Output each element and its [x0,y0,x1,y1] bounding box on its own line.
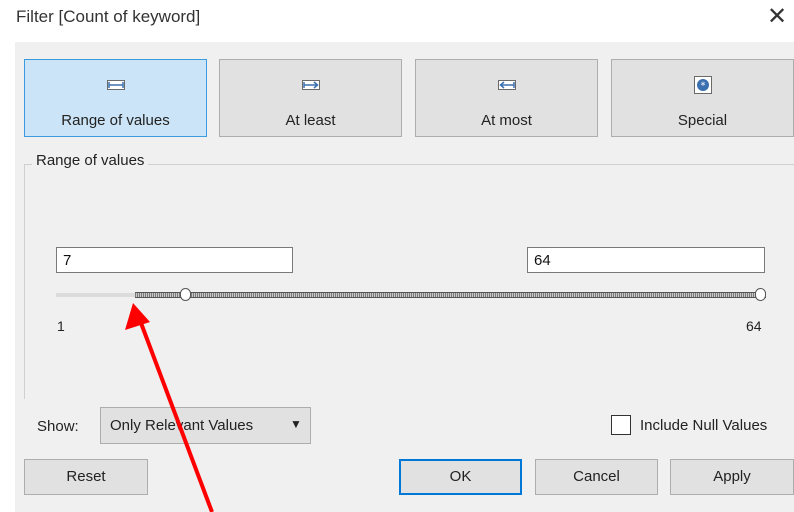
ok-button[interactable]: OK [399,459,522,495]
tab-range-of-values[interactable]: Range of values [24,59,207,137]
svg-text:*: * [700,81,705,92]
tab-special[interactable]: * Special [611,59,794,137]
show-dropdown[interactable]: Only Relevant Values ▼ [100,407,311,444]
show-label: Show: [37,418,79,435]
slider-min-handle[interactable] [179,288,191,301]
slider-selected-range[interactable] [134,292,766,298]
tab-label: At most [481,112,532,129]
tab-at-most[interactable]: At most [415,59,598,137]
slider-max-label: 64 [746,318,762,334]
tab-label: At least [285,112,336,129]
tab-label: Special [677,112,728,129]
range-icon [106,80,125,90]
tab-label: Range of values [61,112,170,129]
special-icon: * [693,76,712,94]
max-value-input[interactable] [527,247,765,273]
chevron-down-icon: ▼ [290,417,302,431]
range-group-label: Range of values [32,152,149,169]
slider-min-label: 1 [57,318,65,334]
show-dropdown-value: Only Relevant Values [110,417,254,434]
close-icon[interactable]: ✕ [762,2,792,32]
include-null-checkbox[interactable] [611,415,631,435]
include-null-label: Include Null Values [640,417,768,434]
dialog-title: Filter [Count of keyword] [16,7,201,26]
min-value-input[interactable] [56,247,293,273]
reset-button[interactable]: Reset [24,459,148,495]
at-least-icon [301,80,320,90]
slider-max-handle[interactable] [755,288,766,301]
range-group-box [24,164,794,399]
at-most-icon [497,80,516,90]
cancel-button[interactable]: Cancel [535,459,658,495]
apply-button[interactable]: Apply [670,459,794,495]
title-bar: Filter [Count of keyword] ✕ [0,0,794,38]
tab-at-least[interactable]: At least [219,59,402,137]
